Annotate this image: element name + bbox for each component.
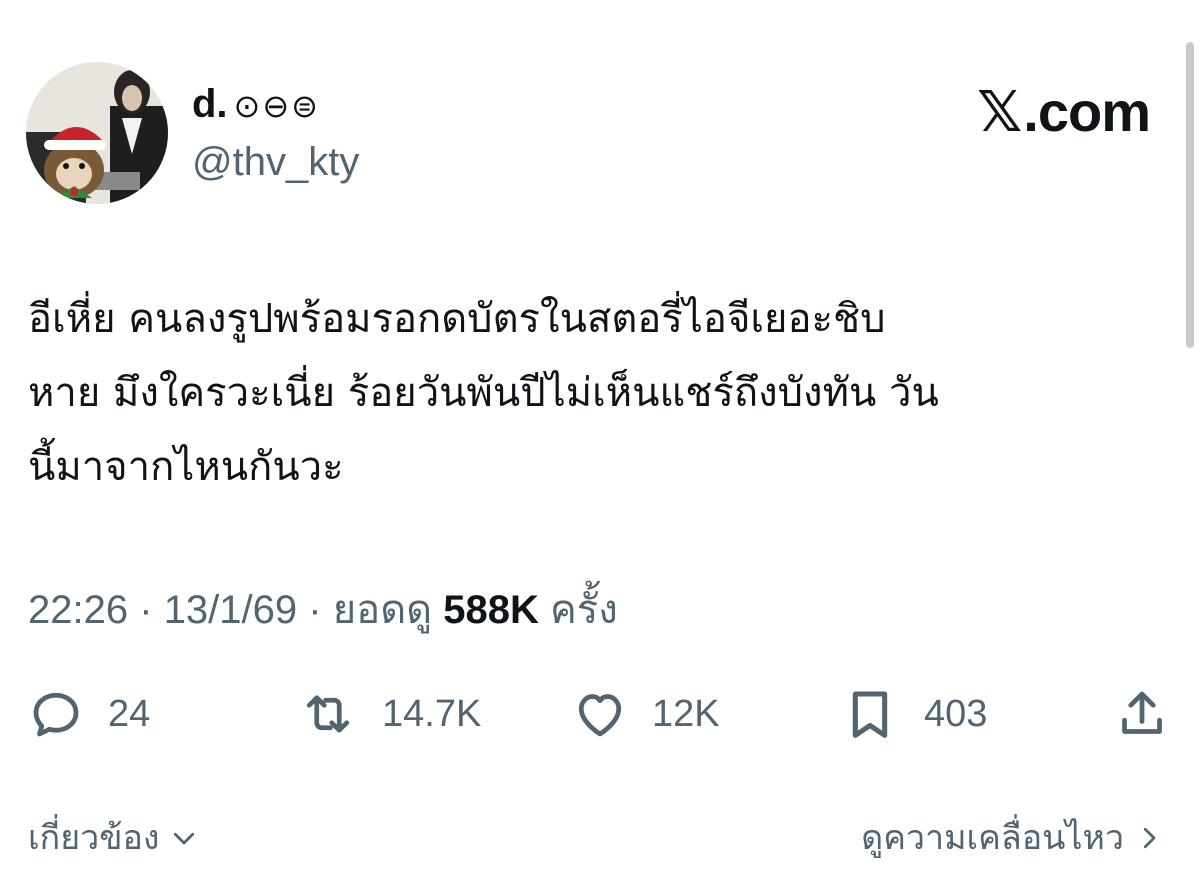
avatar-image: [26, 62, 168, 204]
meta-separator: ·: [308, 588, 322, 632]
repost-button[interactable]: 14.7K: [296, 684, 481, 744]
tweet-meta: 22:26 · 13/1/69 · ยอดดู 588K ครั้ง: [28, 584, 618, 636]
name-emoji: ⊙⊖⊜: [233, 87, 320, 125]
x-brand-logo: 𝕏.com: [977, 80, 1151, 145]
view-activity-link[interactable]: ดูความเคลื่อนไหว: [861, 810, 1164, 866]
views-count: 588K: [443, 588, 539, 632]
views-suffix: ครั้ง: [550, 587, 618, 633]
user-handle[interactable]: @thv_kty: [192, 140, 359, 184]
bookmark-button[interactable]: 403: [838, 684, 987, 744]
tweet-date[interactable]: 13/1/69: [164, 588, 297, 632]
share-icon: [1122, 691, 1162, 734]
meta-separator: ·: [139, 588, 153, 632]
repost-count: 14.7K: [382, 692, 482, 735]
chevron-down-icon: [174, 832, 195, 845]
reply-count: 24: [108, 692, 151, 735]
display-name[interactable]: d. ⊙⊖⊜: [192, 82, 320, 128]
bookmark-count: 403: [924, 692, 988, 735]
bookmark-icon: [852, 691, 888, 738]
reply-icon: [33, 692, 79, 737]
tweet-text-line: หาย มึงใครวะเนี่ย ร้อยวันพันปีไม่เห็นแชร…: [28, 370, 939, 416]
scrollbar[interactable]: [1186, 42, 1194, 348]
like-button[interactable]: 12K: [570, 684, 720, 744]
tweet-text-line: นี้มาจากไหนกันวะ: [28, 444, 344, 490]
tweet-text: อีเหี่ย คนลงรูปพร้อมรอกดบัตรในสตอรี่ไอจี…: [28, 282, 1173, 504]
tweet-time[interactable]: 22:26: [28, 588, 128, 632]
chevron-right-icon: [1143, 827, 1156, 849]
views-label: ยอดดู: [332, 587, 433, 633]
tweet-text-line: อีเหี่ย คนลงรูปพร้อมรอกดบัตรในสตอรี่ไอจี…: [28, 296, 886, 342]
brand-domain-text: .com: [1023, 80, 1151, 143]
display-name-text: d.: [192, 82, 228, 126]
view-activity-label: ดูความเคลื่อนไหว: [861, 818, 1124, 858]
heart-icon: [578, 694, 622, 737]
like-count: 12K: [652, 692, 720, 735]
reply-button[interactable]: 24: [26, 684, 150, 744]
avatar[interactable]: [26, 62, 168, 204]
related-toggle[interactable]: เกี่ยวข้อง: [28, 810, 199, 866]
related-label: เกี่ยวข้อง: [28, 818, 160, 858]
share-button[interactable]: [1112, 684, 1172, 744]
x-logo-icon: 𝕏: [977, 80, 1022, 145]
repost-icon: [306, 695, 350, 733]
